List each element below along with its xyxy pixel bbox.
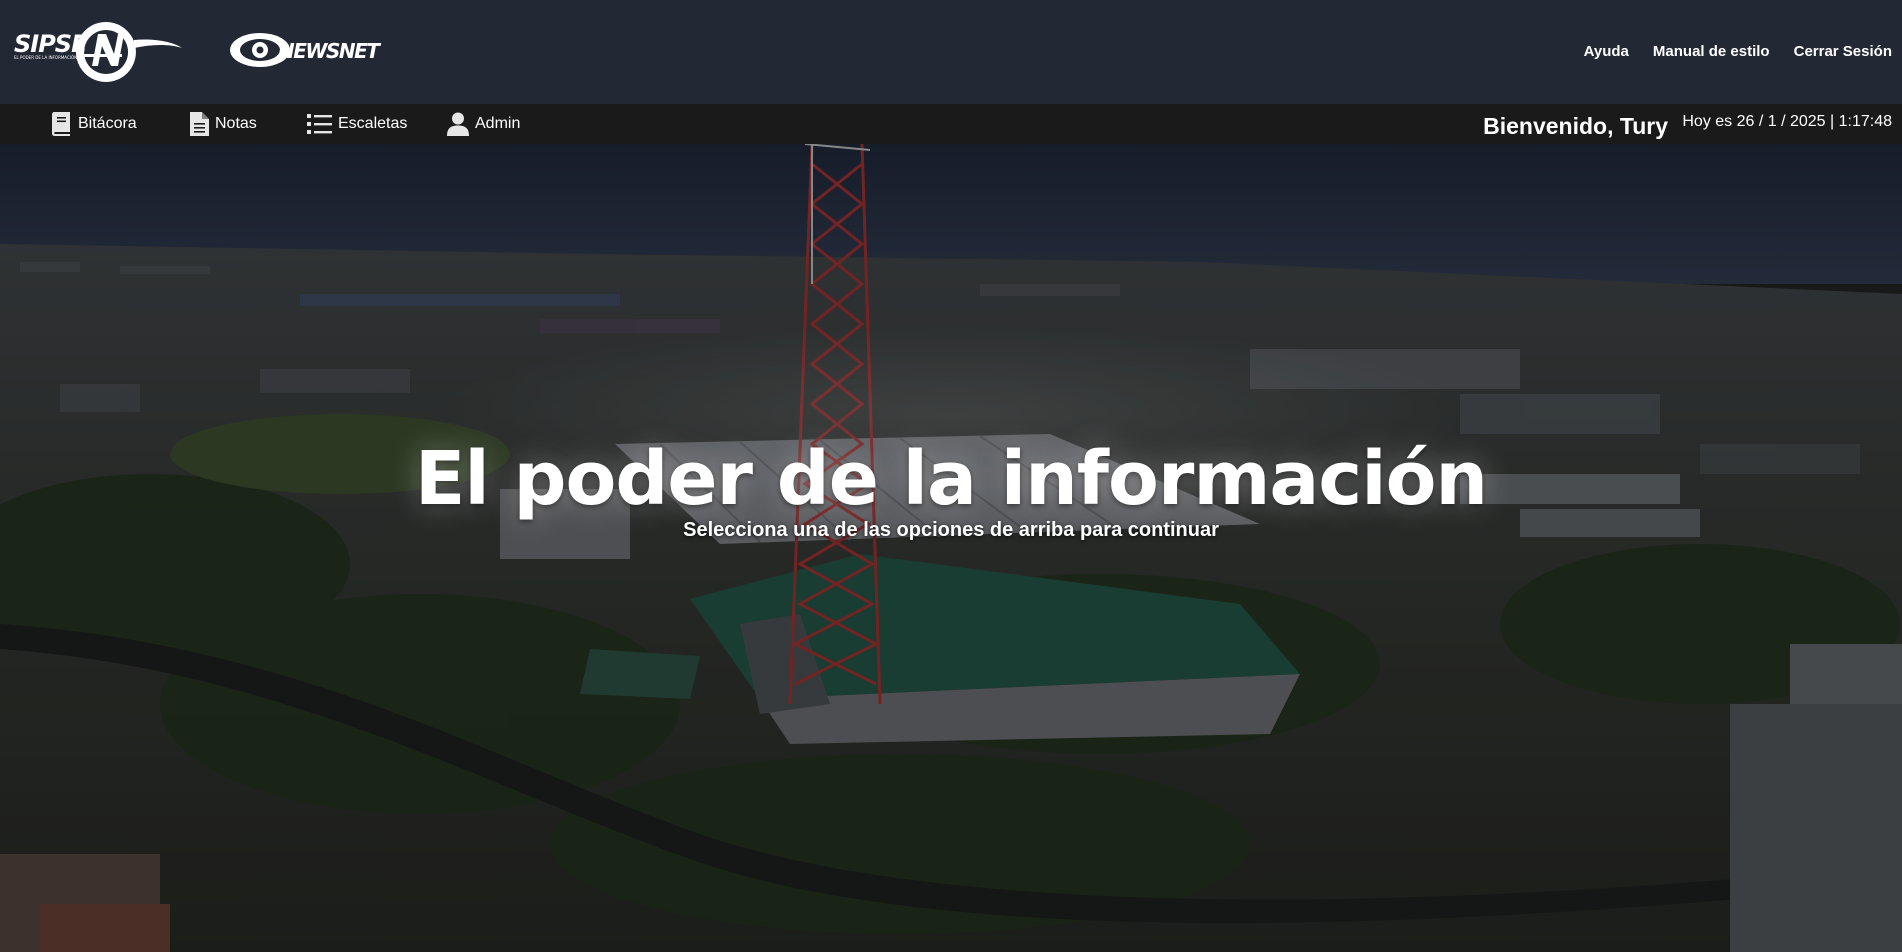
nav-item-label: Bitácora	[78, 115, 137, 132]
city-aerial-background	[0, 144, 1902, 952]
nav-item-notas[interactable]: Notas	[190, 104, 257, 144]
hero-subtitle: Selecciona una de las opciones de arriba…	[683, 519, 1219, 541]
help-link[interactable]: Ayuda	[1584, 43, 1629, 60]
style-manual-link[interactable]: Manual de estilo	[1653, 43, 1770, 60]
logout-link[interactable]: Cerrar Sesión	[1794, 43, 1892, 60]
list-icon	[307, 114, 332, 134]
nav-item-bitacora[interactable]: Bitácora	[51, 104, 137, 144]
nav-item-label: Escaletas	[338, 115, 408, 132]
top-links: Ayuda Manual de estilo Cerrar Sesión	[1560, 43, 1892, 60]
svg-text:EL PODER DE LA INFORMACIÓN: EL PODER DE LA INFORMACIÓN	[14, 55, 77, 60]
current-datetime: Hoy es 26 / 1 / 2025 | 1:17:48	[1682, 113, 1892, 130]
top-header: SIPSE EL PODER DE LA INFORMACIÓN NEWSNET…	[0, 0, 1902, 104]
svg-text:NEWSNET: NEWSNET	[278, 39, 381, 63]
nav-item-label: Notas	[215, 115, 257, 132]
newsnet-logo[interactable]: NEWSNET	[228, 30, 382, 70]
hero-banner: El poder de la información Selecciona un…	[0, 144, 1902, 952]
hero-title: El poder de la información	[414, 436, 1488, 522]
user-icon	[447, 112, 469, 136]
book-icon	[52, 112, 70, 136]
nav-item-escaletas[interactable]: Escaletas	[307, 104, 407, 144]
document-icon	[190, 112, 209, 136]
welcome-message: Bienvenido, Tury	[1483, 113, 1668, 139]
nav-bar: Bitácora Notas Escaletas Admin Bienvenid	[0, 104, 1902, 144]
nav-item-label: Admin	[475, 115, 521, 132]
nav-item-admin[interactable]: Admin	[447, 104, 520, 144]
sipse-logo[interactable]: SIPSE EL PODER DE LA INFORMACIÓN	[14, 18, 186, 82]
